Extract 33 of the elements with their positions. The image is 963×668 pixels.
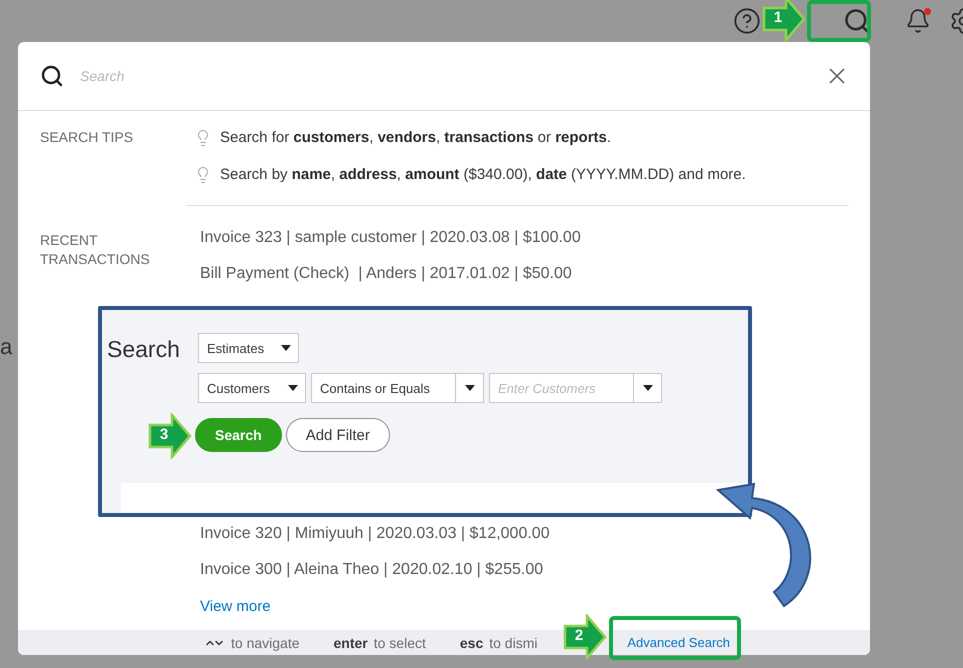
highlight-frame (807, 0, 871, 42)
recent-transaction[interactable]: Invoice 320 | Mimiyuuh | 2020.03.03 | $12,000.00 (200, 525, 550, 543)
section-label: RECENT TRANSACTIONS (39, 231, 151, 269)
bell-icon[interactable] (905, 8, 931, 34)
shortcut-hint: to navigate (231, 634, 300, 650)
recent-transaction[interactable]: Invoice 300 | Aleina Theo | 2020.02.10 | $255.00 (200, 561, 544, 579)
advanced-search-link[interactable]: Advanced Search (627, 635, 730, 650)
add-filter-button[interactable]: Add Filter (286, 418, 390, 452)
search-tip: Search for customers, vendors, transactions or reports. (220, 129, 612, 146)
shortcut-key: esc (460, 634, 484, 650)
section-label: SEARCH TIPS (39, 128, 134, 147)
step-arrow: 2 (563, 614, 607, 660)
shortcut-key: enter (334, 634, 368, 650)
type-dropdown[interactable]: Estimates (198, 333, 299, 363)
step-arrow: 1 (762, 0, 806, 42)
caret-icon (288, 385, 298, 391)
panel-title: Search (107, 336, 181, 363)
shortcut-hint: to select (374, 634, 426, 650)
page-text: a (0, 334, 12, 360)
recent-transaction[interactable]: Invoice 323 | sample customer | 2020.03.08 | $100.00 (200, 229, 581, 247)
recent-transaction[interactable]: Bill Payment (Check) | Anders | 2017.01.02 | $50.00 (200, 265, 572, 283)
search-tip: Search by name, address, amount ($340.00), date (YYYY.MM.DD) and more. (220, 166, 746, 183)
caret-icon (281, 345, 291, 351)
search-icon (40, 64, 64, 88)
help-icon[interactable] (733, 7, 761, 35)
view-more-link[interactable]: View more (200, 598, 271, 614)
caret-icon (464, 385, 474, 391)
field-dropdown[interactable]: Customers (198, 373, 306, 403)
operator-dropdown[interactable]: Contains or Equals (311, 373, 484, 403)
shortcut-hint: to dismi (489, 634, 538, 650)
step-arrow: 3 (148, 413, 192, 459)
caret-icon (642, 385, 652, 391)
search-button[interactable]: Search (195, 418, 282, 452)
